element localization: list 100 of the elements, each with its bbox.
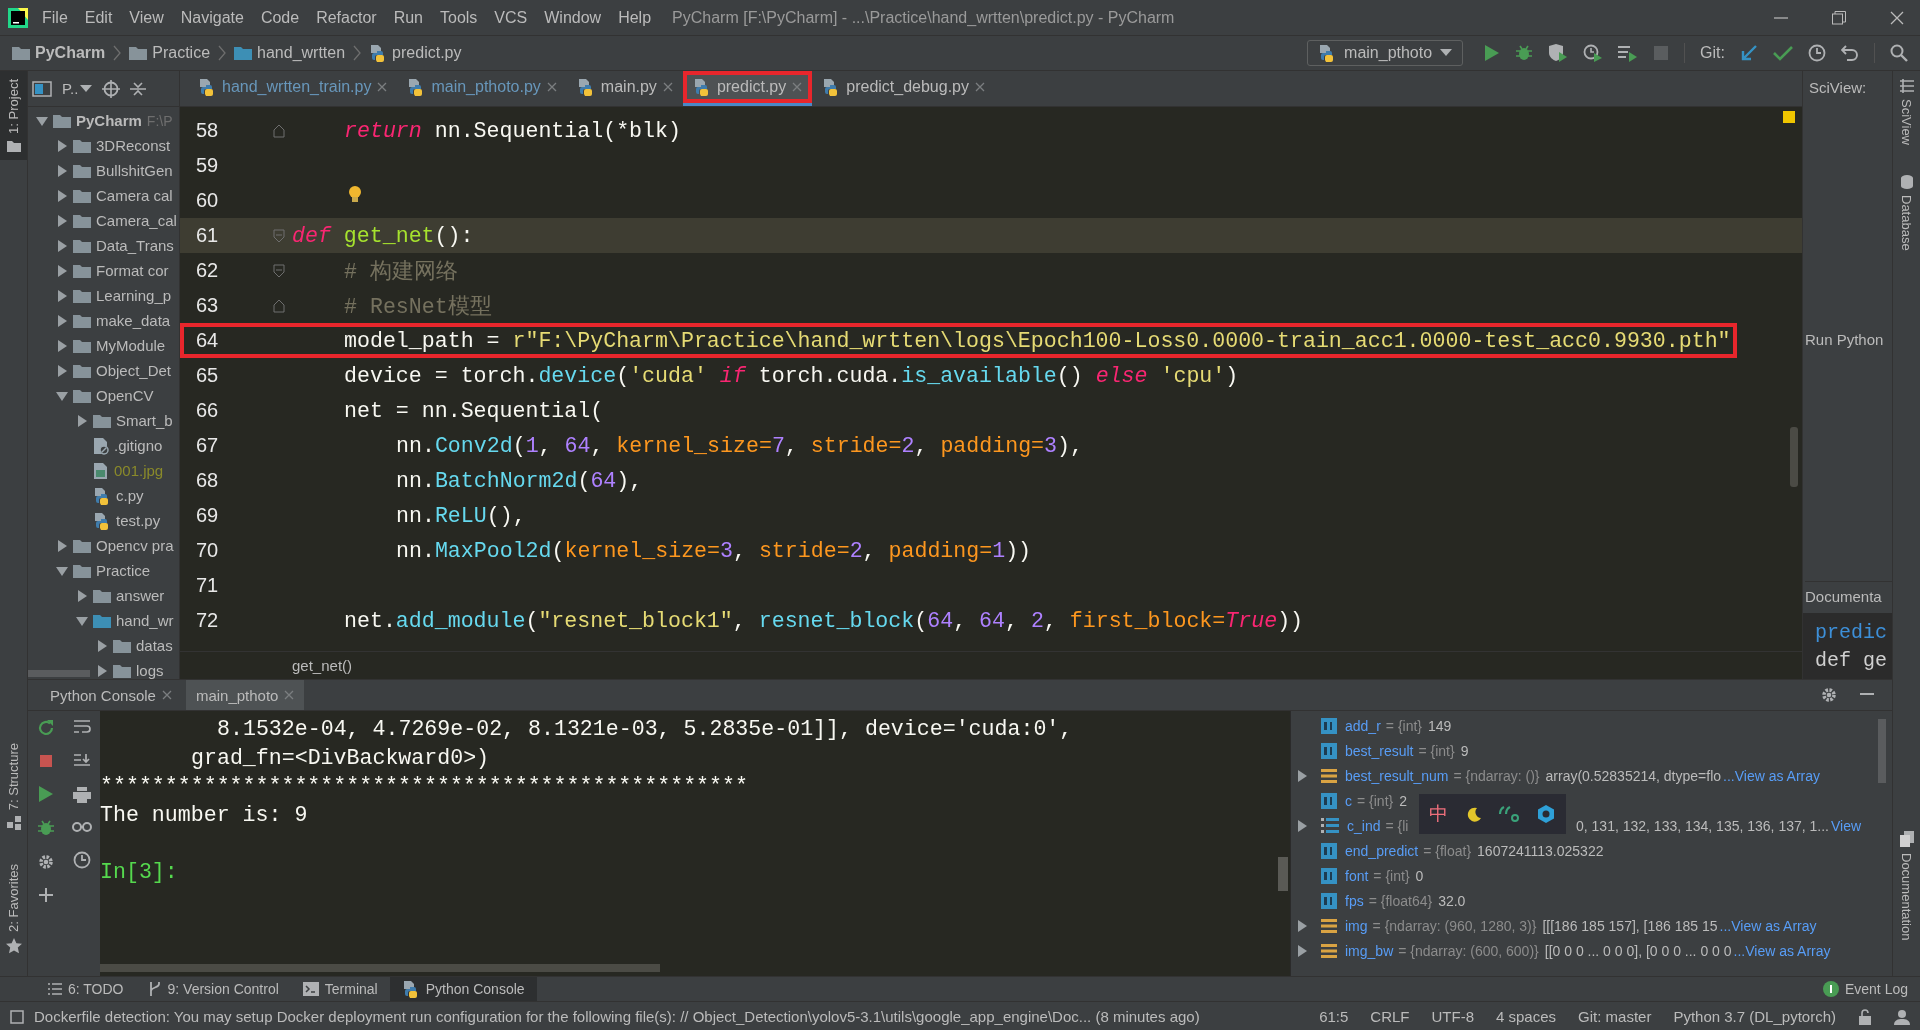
expand-arrow-icon[interactable] (56, 239, 68, 252)
commit-icon[interactable] (1773, 45, 1793, 61)
settings-icon[interactable] (37, 853, 55, 871)
variable-name[interactable]: best_result_num (1345, 767, 1449, 784)
tree-item[interactable]: MyModule (96, 337, 166, 354)
tree-item[interactable]: Practice (96, 562, 151, 579)
close-icon[interactable] (1890, 10, 1904, 25)
menu-item[interactable]: Tools (440, 8, 478, 27)
tree-item[interactable]: .gitigno (114, 437, 163, 454)
tree-item[interactable]: Opencv pra (96, 537, 174, 554)
tree-item[interactable]: Data_Trans (96, 237, 174, 254)
panel-toggle-icon[interactable] (10, 1009, 24, 1024)
tool-window-tab[interactable]: Terminal (290, 977, 390, 1001)
tree-item[interactable]: test.py (116, 512, 161, 529)
expand-arrow-icon[interactable] (56, 539, 68, 552)
expand-arrow-icon[interactable] (56, 314, 68, 327)
settings-icon[interactable] (1820, 686, 1838, 704)
settings-icon[interactable] (1536, 804, 1556, 824)
breadcrumb-item[interactable]: hand_wrtten (234, 44, 346, 62)
expand-arrow-icon[interactable] (56, 289, 68, 302)
expand-arrow-icon[interactable] (56, 339, 68, 352)
variable-name[interactable]: c (1345, 792, 1352, 809)
collapse-icon[interactable] (130, 80, 147, 97)
menu-item[interactable]: Help (618, 8, 652, 27)
scrollbar-thumb[interactable] (1790, 427, 1798, 487)
tree-item[interactable]: 3DReconst (96, 137, 171, 154)
status-item[interactable]: CRLF (1370, 1008, 1410, 1025)
update-icon[interactable] (1740, 44, 1758, 62)
fold-marker-icon[interactable] (273, 123, 285, 138)
run-config-dropdown[interactable]: main_pthoto (1307, 40, 1464, 66)
fold-marker-icon[interactable] (273, 263, 285, 278)
person-icon[interactable] (1894, 1008, 1910, 1025)
collapse-arrow-icon[interactable] (56, 390, 68, 401)
status-item[interactable]: 61:5 (1319, 1008, 1349, 1025)
scrollbar-thumb[interactable] (100, 964, 660, 972)
close-icon[interactable] (546, 82, 557, 92)
tool-window-tab[interactable]: 9: Version Control (135, 977, 291, 1001)
status-item[interactable]: UTF-8 (1431, 1008, 1474, 1025)
variable-name[interactable]: img_bw (1345, 942, 1394, 959)
editor-tab[interactable]: main_pthoto.py (397, 71, 567, 106)
collapse-arrow-icon[interactable] (76, 615, 88, 626)
menu-item[interactable]: View (129, 8, 164, 27)
tree-item[interactable]: answer (116, 587, 165, 604)
expand-arrow-icon[interactable] (56, 264, 68, 277)
locate-icon[interactable] (102, 79, 121, 98)
layout-icon[interactable] (32, 80, 52, 97)
tree-item[interactable]: Format cor (96, 262, 169, 279)
tree-item[interactable]: Object_Det (96, 362, 172, 379)
tree-item[interactable]: Camera cal (96, 187, 173, 204)
close-icon[interactable] (662, 82, 673, 92)
lock-icon[interactable] (1858, 1008, 1872, 1025)
view-as-array-link[interactable]: View (1831, 817, 1862, 834)
expand-arrow-icon[interactable] (96, 664, 108, 677)
console-tab[interactable]: main_pthoto (185, 680, 305, 710)
tree-item[interactable]: PyCharm (76, 112, 142, 129)
editor-tab[interactable]: predict_debug.py (812, 71, 995, 106)
run-icon[interactable] (1484, 44, 1501, 62)
tree-item[interactable]: make_data (96, 312, 171, 329)
menu-item[interactable]: VCS (494, 8, 528, 27)
tree-item[interactable]: Learning_p (96, 287, 172, 304)
menu-item[interactable]: Refactor (316, 8, 377, 27)
status-item[interactable]: 4 spaces (1496, 1008, 1557, 1025)
collapse-arrow-icon[interactable] (56, 565, 68, 576)
status-item[interactable]: Python 3.7 (DL_pytorch) (1673, 1008, 1836, 1025)
quote-icon[interactable] (1498, 805, 1520, 823)
tool-window-button[interactable]: 7: Structure (0, 734, 27, 839)
lightbulb-icon[interactable] (348, 184, 362, 203)
debug-icon[interactable] (1515, 44, 1534, 62)
tree-item[interactable]: 001.jpg (114, 462, 164, 479)
expand-arrow-icon[interactable] (76, 414, 88, 427)
expand-arrow-icon[interactable] (96, 639, 108, 652)
tree-item[interactable]: hand_wr (116, 612, 174, 629)
tree-item[interactable]: Camera_cal (96, 212, 177, 229)
tree-item[interactable]: c.py (116, 487, 144, 504)
menu-item[interactable]: File (42, 8, 68, 27)
tree-item[interactable]: BullshitGen (96, 162, 173, 179)
menu-item[interactable]: Code (260, 8, 300, 27)
tree-item[interactable]: Smart_b (116, 412, 173, 429)
menu-item[interactable]: Navigate (180, 8, 244, 27)
fold-marker-icon[interactable] (273, 298, 285, 313)
history-icon[interactable] (1808, 44, 1826, 62)
variable-name[interactable]: c_ind (1347, 817, 1381, 834)
console-tab[interactable]: Python Console (40, 680, 182, 710)
menu-item[interactable]: Edit (84, 8, 113, 27)
tool-window-button[interactable]: 2: Favorites (0, 856, 27, 962)
tree-item[interactable]: logs (136, 662, 164, 679)
close-icon[interactable] (377, 82, 388, 92)
scrollbar-thumb[interactable] (1878, 719, 1886, 783)
soft-wrap-icon[interactable] (73, 719, 91, 735)
expand-arrow-icon[interactable] (56, 189, 68, 202)
concurrency-icon[interactable] (1618, 44, 1639, 62)
tree-item[interactable]: OpenCV (96, 387, 154, 404)
tool-window-button[interactable]: Database (1893, 167, 1920, 259)
scroll-to-end-icon[interactable] (73, 753, 91, 769)
expand-arrow-icon[interactable] (56, 214, 68, 227)
restore-icon[interactable] (1832, 10, 1846, 25)
menu-item[interactable]: Window (544, 8, 602, 27)
status-item[interactable]: Git: master (1578, 1008, 1652, 1025)
expand-arrow-icon[interactable] (56, 164, 68, 177)
menu-item[interactable]: Run (393, 8, 423, 27)
